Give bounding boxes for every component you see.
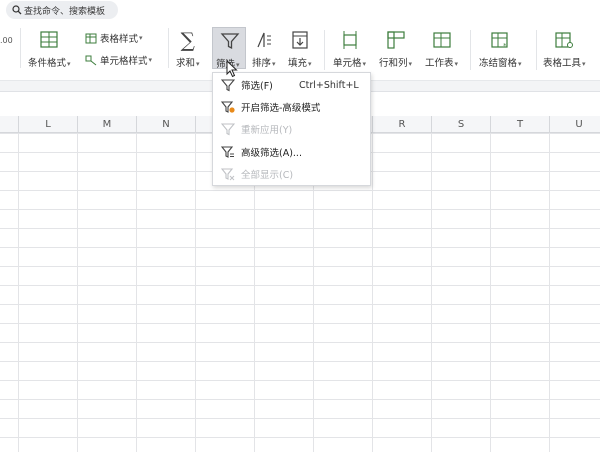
column-header-m[interactable]: M <box>78 116 137 133</box>
cell-button[interactable]: 单元格▾ <box>333 28 366 69</box>
worksheet-label: 工作表 <box>425 58 454 69</box>
freeze-panes-icon: * <box>489 28 511 52</box>
column-header-t[interactable]: T <box>491 116 550 133</box>
fill-label: 填充 <box>288 58 308 69</box>
sigma-icon: ∑ <box>180 28 195 52</box>
conditional-format-label: 条件格式 <box>28 58 67 69</box>
menu-item-label: 高级筛选(A)... <box>241 148 302 159</box>
grid-column-line <box>136 133 137 452</box>
sort-icon <box>254 28 274 52</box>
row-col-icon <box>385 28 407 52</box>
worksheet-button[interactable]: 工作表▾ <box>425 28 458 69</box>
row-col-label: 行和列 <box>379 58 408 69</box>
show-all-icon <box>219 167 237 181</box>
cell-icon <box>339 28 361 52</box>
reapply-filter-icon <box>219 122 237 136</box>
advanced-mode-filter-icon <box>219 100 237 114</box>
table-tools-icon <box>553 28 575 52</box>
menu-item-show-all[interactable]: 全部显示(C) <box>213 163 372 185</box>
menu-item-label: 筛选(F) <box>241 81 273 92</box>
menu-item-label: 全部显示(C) <box>241 170 294 181</box>
filter-dropdown-menu: 筛选(F) Ctrl+Shift+L 开启筛选-高级模式 重新应用(Y) 高级筛… <box>212 72 371 186</box>
divider <box>324 30 325 70</box>
worksheet-icon <box>431 28 453 52</box>
table-style-icon <box>85 33 97 43</box>
advanced-filter-icon <box>219 145 237 159</box>
svg-text:*: * <box>503 42 507 50</box>
grid-column-line <box>431 133 432 452</box>
freeze-panes-button[interactable]: * 冻结窗格▾ <box>479 28 522 69</box>
divider <box>20 28 21 68</box>
freeze-panes-label: 冻结窗格 <box>479 58 518 69</box>
menu-item-advanced-mode[interactable]: 开启筛选-高级模式 <box>213 96 372 118</box>
column-header-u[interactable]: U <box>550 116 600 133</box>
divider <box>168 28 169 68</box>
column-header-l[interactable]: L <box>19 116 78 133</box>
cell-style-label: 单元格样式 <box>100 56 148 67</box>
menu-item-label: 重新应用(Y) <box>241 125 293 136</box>
cell-label: 单元格 <box>333 58 362 69</box>
divider <box>470 30 471 70</box>
cell-style-icon <box>85 55 97 65</box>
table-tools-label: 表格工具 <box>543 58 582 69</box>
grid-column-line <box>195 133 196 452</box>
menu-item-shortcut: Ctrl+Shift+L <box>299 79 359 91</box>
conditional-format-icon <box>38 28 60 52</box>
fill-button[interactable]: 填充▾ <box>288 28 312 69</box>
decimal-label: .00 <box>0 36 13 45</box>
sort-label: 排序 <box>252 58 272 69</box>
divider <box>536 30 537 70</box>
menu-item-advanced-filter[interactable]: 高级筛选(A)... <box>213 141 372 163</box>
sum-label: 求和 <box>176 58 196 69</box>
column-header-s[interactable]: S <box>432 116 491 133</box>
grid-column-line <box>490 133 491 452</box>
table-style-label: 表格样式 <box>100 34 139 45</box>
grid-column-line <box>372 133 373 452</box>
grid-column-line <box>549 133 550 452</box>
menu-item-reapply[interactable]: 重新应用(Y) <box>213 118 372 140</box>
grid-column-line <box>18 133 19 452</box>
search-icon <box>12 5 22 15</box>
search-box[interactable]: 查找命令、搜索模板 <box>6 1 118 19</box>
sort-button[interactable]: 排序▾ <box>252 28 276 69</box>
filter-icon <box>220 31 240 54</box>
grid-column-line <box>77 133 78 452</box>
decimal-increase-button[interactable]: .00 <box>0 36 13 45</box>
search-text: 查找命令、搜索模板 <box>24 6 106 17</box>
column-header-n[interactable]: N <box>137 116 196 133</box>
conditional-format-button[interactable]: 条件格式▾ <box>28 28 71 69</box>
mouse-cursor-icon <box>226 59 238 81</box>
menu-item-label: 开启筛选-高级模式 <box>241 103 321 114</box>
table-style-button[interactable]: 表格样式 ▾ <box>85 31 143 45</box>
table-tools-button[interactable]: 表格工具▾ <box>543 28 586 69</box>
fill-down-icon <box>290 28 310 52</box>
row-col-button[interactable]: 行和列▾ <box>379 28 412 69</box>
column-header-partial[interactable] <box>0 116 19 133</box>
column-header-r[interactable]: R <box>373 116 432 133</box>
sum-button[interactable]: ∑ 求和▾ <box>176 28 200 69</box>
cell-style-button[interactable]: 单元格样式 ▾ <box>85 53 152 67</box>
